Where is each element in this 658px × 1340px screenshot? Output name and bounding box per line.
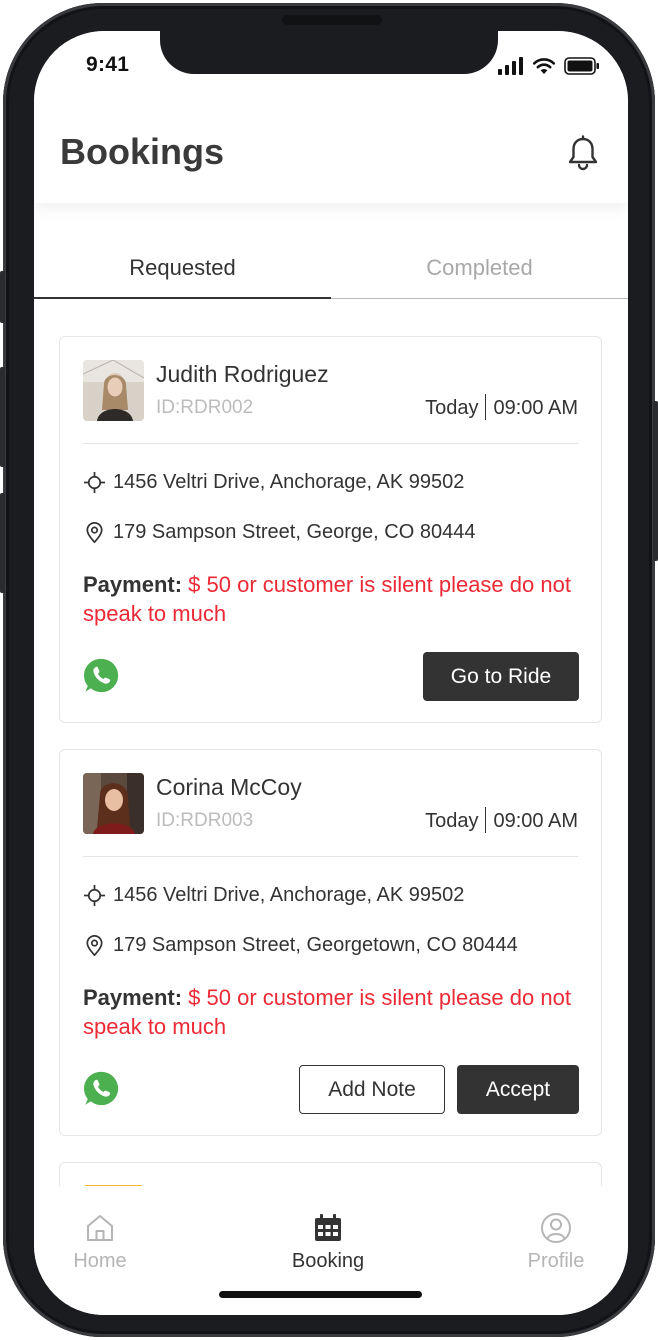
datetime-separator [485, 806, 487, 833]
avatar [83, 360, 144, 421]
avatar [83, 773, 144, 834]
power-button [653, 401, 658, 561]
calendar-icon [315, 1214, 341, 1241]
crosshair-icon [83, 884, 106, 907]
crosshair-icon [83, 471, 106, 494]
screen: 9:41 Bookings Requested Completed Judith… [34, 31, 628, 1315]
passenger-name: Judith Rodriguez [156, 361, 329, 387]
status-time: 9:41 [86, 53, 130, 76]
dropoff-row: 179 Sampson Street, Georgetown, CO 80444 [83, 934, 518, 957]
payment-info: Payment: $ 50 or customer is silent plea… [83, 983, 583, 1041]
payment-info: Payment: $ 50 or customer is silent plea… [83, 570, 583, 628]
location-pin-icon [86, 935, 103, 956]
pickup-row: 1456 Veltri Drive, Anchorage, AK 99502 [83, 884, 464, 907]
passenger-name: Corina McCoy [156, 774, 302, 800]
mute-switch [0, 271, 5, 323]
dropoff-row: 179 Sampson Street, George, CO 80444 [83, 521, 475, 544]
nav-booking[interactable]: Booking [258, 1212, 398, 1273]
booking-datetime: Today 09:00 AM [425, 393, 578, 420]
whatsapp-icon[interactable] [83, 657, 120, 694]
accept-button[interactable]: Accept [457, 1065, 579, 1114]
dropoff-address: 179 Sampson Street, George, CO 80444 [113, 521, 476, 543]
nav-home-label: Home [73, 1250, 127, 1272]
booking-time: 09:00 AM [493, 397, 578, 419]
nav-profile[interactable]: Profile [486, 1212, 626, 1273]
card-divider [83, 856, 578, 857]
nav-home[interactable]: Home [34, 1212, 170, 1273]
nav-booking-label: Booking [291, 1250, 365, 1272]
notch [160, 31, 498, 74]
active-tab-indicator [34, 297, 331, 299]
home-indicator [219, 1291, 422, 1298]
booking-time: 09:00 AM [493, 810, 578, 832]
volume-up-button [0, 367, 5, 467]
dropoff-address: 179 Sampson Street, Georgetown, CO 80444 [113, 934, 518, 956]
booking-day: Today [425, 397, 479, 419]
battery-icon [564, 57, 599, 75]
phone-frame: 9:41 Bookings Requested Completed Judith… [0, 3, 658, 1337]
cellular-signal-icon [498, 57, 523, 75]
booking-datetime: Today 09:00 AM [425, 806, 578, 833]
pickup-address: 1456 Veltri Drive, Anchorage, AK 99502 [113, 884, 465, 906]
status-icons [498, 57, 600, 75]
booking-card: Judith Rodriguez ID:RDR002 Today 09:00 AM… [59, 336, 602, 723]
speaker-grille [282, 15, 382, 25]
booking-day: Today [425, 810, 479, 832]
booking-id: ID:RDR002 [156, 397, 254, 418]
booking-id: ID:RDR003 [156, 810, 254, 831]
booking-card: Corina McCoy ID:RDR003 Today 09:00 AM 145… [59, 749, 602, 1136]
pickup-address: 1456 Veltri Drive, Anchorage, AK 99502 [113, 471, 465, 493]
page-title: Bookings [60, 131, 225, 172]
home-icon [87, 1215, 113, 1241]
volume-down-button [0, 493, 5, 593]
tab-requested[interactable]: Requested [34, 255, 331, 281]
user-circle-icon [541, 1213, 571, 1243]
wifi-icon [532, 58, 556, 74]
tab-completed[interactable]: Completed [331, 255, 628, 281]
go-to-ride-button[interactable]: Go to Ride [423, 652, 579, 701]
pickup-row: 1456 Veltri Drive, Anchorage, AK 99502 [83, 471, 464, 494]
add-note-button[interactable]: Add Note [299, 1065, 445, 1114]
payment-label: Payment: [83, 572, 183, 597]
nav-profile-label: Profile [527, 1250, 585, 1272]
card-divider [83, 443, 578, 444]
notification-bell-icon[interactable] [566, 135, 600, 171]
datetime-separator [485, 393, 487, 420]
whatsapp-icon[interactable] [83, 1070, 120, 1107]
payment-label: Payment: [83, 985, 183, 1010]
location-pin-icon [86, 522, 103, 543]
booking-tabs: Requested Completed [34, 249, 628, 299]
